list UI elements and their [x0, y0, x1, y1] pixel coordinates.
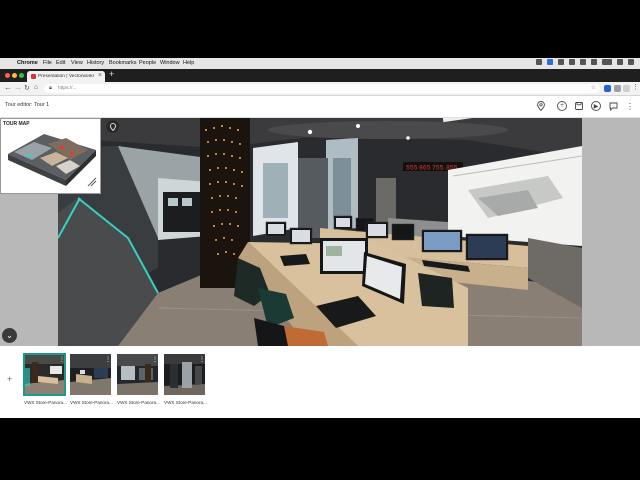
- forward-icon[interactable]: →: [14, 83, 22, 92]
- comment-icon[interactable]: [608, 101, 618, 111]
- browser-tab[interactable]: Presentation | Vectorworks Cl... ×: [27, 71, 105, 82]
- status-icon[interactable]: [569, 59, 575, 65]
- browser-toolbar: ← → ↻ ⌂ 🔒︎ https://... ☆ ⋮: [0, 82, 640, 96]
- menu-people[interactable]: People: [139, 60, 156, 66]
- menu-window[interactable]: Window: [160, 60, 180, 66]
- chevron-down-icon: ⌄: [6, 331, 13, 340]
- panorama-strip: + ⋮ VWX Store-Panora... ⋮ VWX Store-Pano…: [0, 346, 640, 418]
- new-tab-button[interactable]: +: [109, 69, 114, 79]
- close-window-icon[interactable]: [5, 73, 10, 78]
- back-icon[interactable]: ←: [4, 83, 12, 92]
- page-title: Tour editor: Tour 1: [5, 102, 50, 108]
- menu-bookmarks[interactable]: Bookmarks: [109, 60, 137, 66]
- map-location-icon[interactable]: [106, 120, 119, 133]
- panorama-image[interactable]: 555 865 755 855: [58, 118, 582, 346]
- url-text[interactable]: https://...: [58, 86, 76, 91]
- panorama-viewer[interactable]: 555 865 755 855: [58, 118, 582, 346]
- ticker-value: 555: [406, 165, 418, 172]
- thumbnail-label: VWX Store-Panora...: [70, 400, 113, 405]
- panorama-thumbnail[interactable]: ⋮ VWX Store-Panora...: [164, 354, 207, 405]
- panorama-thumbnail[interactable]: ⋮ VWX Store-Panora...: [70, 354, 113, 405]
- thumbnail-label: VWX Store-Panora...: [24, 400, 67, 405]
- ticker-value: 755: [432, 165, 444, 172]
- menu-list-icon[interactable]: [628, 59, 634, 65]
- extension-icon[interactable]: [614, 85, 621, 92]
- minimize-window-icon[interactable]: [12, 73, 17, 78]
- home-icon[interactable]: ⌂: [34, 84, 38, 91]
- search-icon[interactable]: [617, 59, 623, 65]
- battery-icon[interactable]: [602, 59, 612, 65]
- tour-map-label: TOUR MAP: [3, 121, 30, 127]
- wifi-icon[interactable]: [580, 59, 586, 65]
- status-icons: [536, 59, 634, 65]
- browser-tab-strip: Presentation | Vectorworks Cl... × +: [0, 69, 640, 82]
- status-icon[interactable]: [536, 59, 542, 65]
- bookmark-star-icon[interactable]: ☆: [591, 84, 596, 91]
- add-circle-icon[interactable]: +: [557, 101, 567, 111]
- maximize-window-icon[interactable]: [19, 73, 24, 78]
- menu-help[interactable]: Help: [183, 60, 194, 66]
- volume-icon[interactable]: [591, 59, 597, 65]
- status-icon[interactable]: [547, 59, 553, 65]
- thumbnail-label: VWX Store-Panora...: [164, 400, 207, 405]
- thumbnail-menu-icon[interactable]: ⋮: [152, 356, 158, 363]
- panorama-thumbnail[interactable]: ⋮ VWX Store-Panora...: [23, 353, 67, 405]
- thumbnail-menu-icon[interactable]: ⋮: [59, 356, 65, 363]
- profile-avatar[interactable]: [623, 85, 630, 92]
- favicon-icon: [31, 74, 36, 79]
- viewer-margin-right: [582, 118, 640, 346]
- floor-plan-map[interactable]: [4, 128, 99, 192]
- tour-map-panel[interactable]: TOUR MAP: [0, 118, 101, 194]
- ticker-value: 865: [419, 165, 431, 172]
- save-icon[interactable]: [574, 101, 584, 111]
- thumbnail-label: VWX Store-Panora...: [117, 400, 160, 405]
- lock-icon[interactable]: 🔒︎: [49, 85, 52, 92]
- tab-title: Presentation | Vectorworks Cl...: [38, 74, 94, 79]
- thumbnail-menu-icon[interactable]: ⋮: [199, 356, 205, 363]
- menu-edit[interactable]: Edit: [56, 60, 65, 66]
- menu-app-name[interactable]: Chrome: [17, 60, 38, 66]
- thumbnail-menu-icon[interactable]: ⋮: [105, 356, 111, 363]
- menu-view[interactable]: View: [71, 60, 83, 66]
- reload-icon[interactable]: ↻: [24, 84, 30, 92]
- menu-file[interactable]: File: [43, 60, 52, 66]
- play-icon[interactable]: ▶: [591, 101, 601, 111]
- cloud-icon[interactable]: [558, 59, 564, 65]
- mac-menu-bar: Chrome File Edit View History Bookmarks …: [0, 58, 640, 69]
- panorama-thumbnail[interactable]: ⋮ VWX Store-Panora...: [117, 354, 160, 405]
- editor-header: Tour editor: Tour 1 + ▶ ⋮: [0, 96, 640, 118]
- add-panorama-button[interactable]: +: [7, 374, 12, 384]
- collapse-thumbnails-button[interactable]: ⌄: [2, 328, 17, 343]
- extension-icon[interactable]: [604, 85, 611, 92]
- chrome-menu-icon[interactable]: ⋮: [632, 83, 639, 91]
- location-pin-icon[interactable]: [536, 101, 546, 111]
- menu-history[interactable]: History: [87, 60, 104, 66]
- tab-close-icon[interactable]: ×: [98, 72, 102, 79]
- more-options-icon[interactable]: ⋮: [625, 101, 635, 111]
- tour-editor: Tour editor: Tour 1 + ▶ ⋮ 555 865 755 85…: [0, 96, 640, 418]
- address-bar[interactable]: 🔒︎ https://... ☆: [44, 84, 600, 93]
